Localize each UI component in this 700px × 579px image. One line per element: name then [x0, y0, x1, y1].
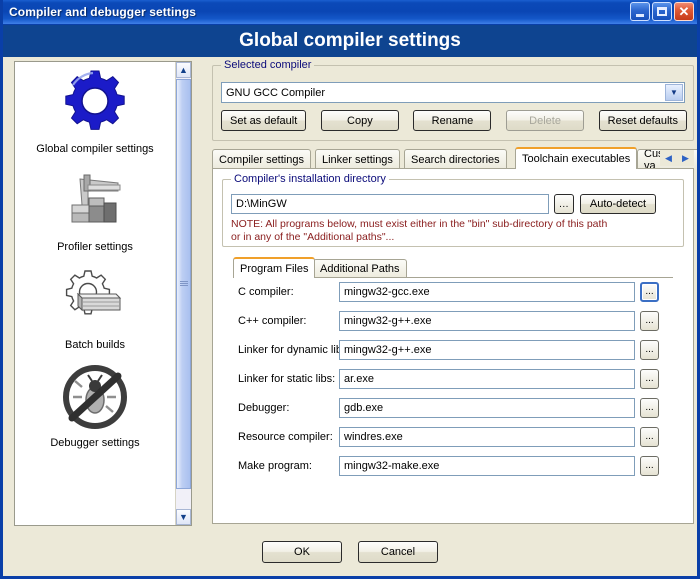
dialog-body: Global compiler settings Profiler settin… — [3, 57, 697, 576]
field-row-linker-static: Linker for static libs: ar.exe ... — [214, 364, 694, 393]
category-items: Global compiler settings Profiler settin… — [15, 62, 175, 458]
delete-button: Delete — [506, 110, 585, 131]
settings-dialog-window: Compiler and debugger settings ✕ Global … — [0, 0, 700, 579]
tab-scroll-right-icon[interactable]: ▶ — [677, 150, 694, 166]
settings-tabs: Compiler settings Linker settings Search… — [212, 147, 697, 169]
browse-c-compiler-button[interactable]: ... — [640, 281, 659, 302]
field-row-make-program: Make program: mingw32-make.exe ... — [214, 451, 694, 480]
ok-button[interactable]: OK — [262, 541, 342, 563]
title-bar: Compiler and debugger settings ✕ — [3, 0, 697, 25]
debugger-input[interactable]: gdb.exe — [339, 397, 635, 418]
linker-dynamic-input[interactable]: mingw32-g++.exe — [339, 339, 635, 360]
dialog-footer: OK Cancel — [3, 541, 697, 563]
tab-linker-settings[interactable]: Linker settings — [315, 149, 400, 169]
settings-content-panel: Selected compiler GNU GCC Compiler ▼ Set… — [208, 59, 697, 529]
sidebar-item-label: Batch builds — [65, 339, 125, 351]
selected-compiler-group: Selected compiler GNU GCC Compiler ▼ Set… — [212, 59, 694, 141]
tab-scroll-controls: ◀ ▶ — [660, 150, 694, 166]
compiler-select[interactable]: GNU GCC Compiler ▼ — [221, 82, 685, 103]
maximize-icon — [657, 7, 667, 16]
page-title: Global compiler settings — [239, 30, 461, 51]
sidebar-item-batch-builds[interactable]: Batch builds — [15, 262, 175, 351]
sidebar-item-label: Global compiler settings — [36, 143, 154, 155]
toolchain-executables-panel: Compiler's installation directory D:\Min… — [212, 168, 694, 524]
program-files-form: C compiler: mingw32-gcc.exe ... C++ comp… — [214, 277, 694, 480]
close-icon: ✕ — [678, 4, 690, 19]
program-files-tabs: Program Files Additional Paths — [233, 257, 673, 278]
minimize-button[interactable] — [630, 2, 650, 21]
cancel-button[interactable]: Cancel — [358, 541, 438, 563]
chevron-down-icon[interactable]: ▼ — [665, 84, 683, 101]
copy-button[interactable]: Copy — [320, 110, 399, 131]
tab-scroll-left-icon[interactable]: ◀ — [660, 150, 677, 166]
cpp-compiler-input[interactable]: mingw32-g++.exe — [339, 310, 635, 331]
browse-make-program-button[interactable]: ... — [640, 455, 659, 476]
compiler-actions: Set as default Copy Rename Delete Reset … — [221, 110, 687, 131]
field-label: Debugger: — [238, 401, 290, 414]
tab-compiler-settings[interactable]: Compiler settings — [212, 149, 311, 169]
gear-stack-icon — [58, 262, 132, 336]
field-label: Linker for dynamic libs: — [238, 343, 351, 356]
auto-detect-button[interactable]: Auto-detect — [580, 194, 656, 214]
tab-program-files[interactable]: Program Files — [233, 257, 316, 278]
sidebar-item-label: Debugger settings — [50, 437, 140, 449]
scrollbar-grip — [180, 281, 188, 287]
caliper-icon — [58, 164, 132, 238]
note-line-2: or in any of the "Additional paths"... — [231, 231, 395, 243]
browse-cpp-compiler-button[interactable]: ... — [640, 310, 659, 331]
field-label: C++ compiler: — [238, 314, 307, 327]
scroll-up-icon[interactable]: ▲ — [176, 62, 191, 78]
group-title: Compiler's installation directory — [231, 173, 389, 185]
installation-note: NOTE: All programs below, must exist eit… — [231, 218, 677, 244]
field-label: Make program: — [238, 459, 312, 472]
window-controls: ✕ — [630, 2, 694, 21]
window-title: Compiler and debugger settings — [9, 5, 197, 19]
browse-installation-path-button[interactable]: ... — [554, 194, 574, 214]
field-label: Linker for static libs: — [238, 372, 336, 385]
sidebar-item-label: Profiler settings — [57, 241, 133, 253]
installation-path-input[interactable]: D:\MinGW — [231, 194, 549, 214]
browse-debugger-button[interactable]: ... — [640, 397, 659, 418]
browse-linker-static-button[interactable]: ... — [640, 368, 659, 389]
scroll-down-icon[interactable]: ▼ — [176, 509, 191, 525]
group-title: Selected compiler — [221, 59, 315, 71]
minimize-icon — [636, 13, 644, 17]
set-as-default-button[interactable]: Set as default — [221, 110, 307, 131]
scrollbar-thumb[interactable] — [176, 79, 191, 489]
settings-category-list[interactable]: Global compiler settings Profiler settin… — [14, 61, 192, 526]
tab-additional-paths[interactable]: Additional Paths — [313, 259, 407, 278]
no-bug-icon — [58, 360, 132, 434]
tab-search-directories[interactable]: Search directories — [404, 149, 507, 169]
field-row-resource-compiler: Resource compiler: windres.exe ... — [214, 422, 694, 451]
field-label: Resource compiler: — [238, 430, 333, 443]
rename-button[interactable]: Rename — [413, 110, 492, 131]
browse-linker-dynamic-button[interactable]: ... — [640, 339, 659, 360]
linker-static-input[interactable]: ar.exe — [339, 368, 635, 389]
field-row-c-compiler: C compiler: mingw32-gcc.exe ... — [214, 277, 694, 306]
make-program-input[interactable]: mingw32-make.exe — [339, 455, 635, 476]
field-row-linker-dynamic: Linker for dynamic libs: mingw32-g++.exe… — [214, 335, 694, 364]
reset-defaults-button[interactable]: Reset defaults — [598, 110, 687, 131]
maximize-button[interactable] — [652, 2, 672, 21]
sidebar-item-global-compiler-settings[interactable]: Global compiler settings — [15, 66, 175, 155]
sidebar-item-profiler-settings[interactable]: Profiler settings — [15, 164, 175, 253]
installation-directory-group: Compiler's installation directory D:\Min… — [222, 173, 684, 247]
sidebar-scrollbar[interactable]: ▲ ▼ — [175, 62, 191, 525]
note-line-1: NOTE: All programs below, must exist eit… — [231, 218, 608, 230]
close-button[interactable]: ✕ — [674, 2, 694, 21]
field-row-cpp-compiler: C++ compiler: mingw32-g++.exe ... — [214, 306, 694, 335]
tab-toolchain-executables[interactable]: Toolchain executables — [515, 147, 638, 169]
browse-resource-compiler-button[interactable]: ... — [640, 426, 659, 447]
blue-gear-icon — [58, 66, 132, 140]
field-row-debugger: Debugger: gdb.exe ... — [214, 393, 694, 422]
compiler-select-value: GNU GCC Compiler — [226, 86, 326, 99]
resource-compiler-input[interactable]: windres.exe — [339, 426, 635, 447]
sidebar-item-debugger-settings[interactable]: Debugger settings — [15, 360, 175, 449]
c-compiler-input[interactable]: mingw32-gcc.exe — [339, 281, 635, 302]
page-header: Global compiler settings — [3, 25, 697, 57]
field-label: C compiler: — [238, 285, 294, 298]
